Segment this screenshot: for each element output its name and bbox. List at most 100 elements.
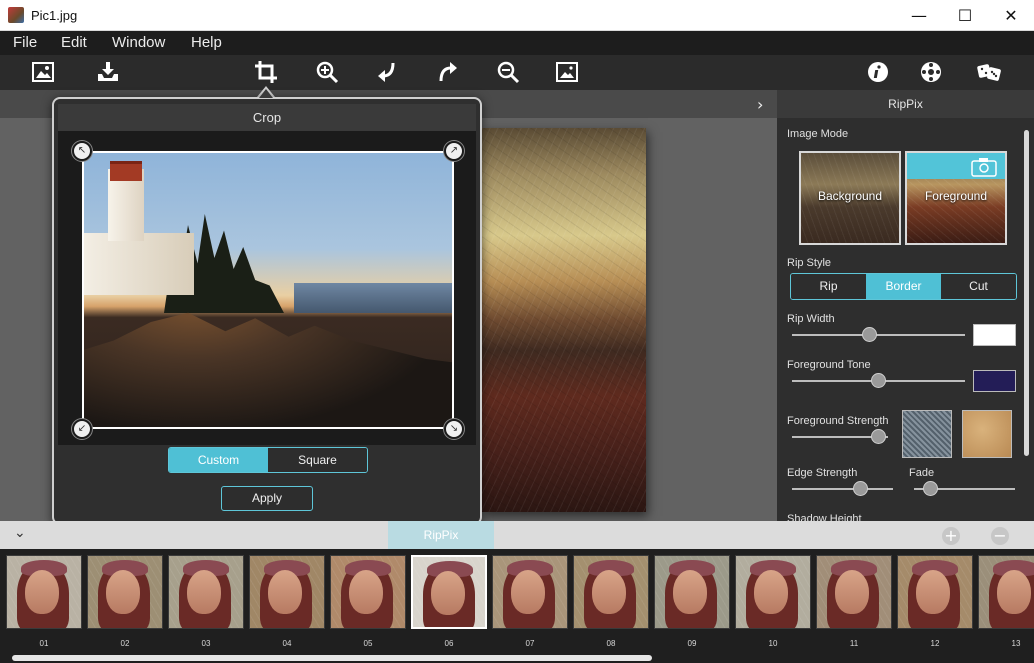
zoom-out-button[interactable] xyxy=(494,59,522,85)
filmstrip-item[interactable]: 04 xyxy=(249,555,325,648)
filmstrip-item-number: 10 xyxy=(768,639,778,648)
rip-width-color-swatch[interactable] xyxy=(973,324,1016,346)
filmstrip-item[interactable]: 05 xyxy=(330,555,406,648)
edge-strength-slider-knob[interactable] xyxy=(853,481,869,496)
fit-image-icon xyxy=(556,62,578,82)
crop-handle-bottom-right-icon[interactable]: ↘ xyxy=(444,419,464,439)
settings-button[interactable] xyxy=(917,59,945,85)
filmstrip-thumbnail xyxy=(87,555,163,629)
random-button[interactable] xyxy=(975,59,1003,85)
menu-help[interactable]: Help xyxy=(191,34,222,51)
filmstrip-thumbnail xyxy=(6,555,82,629)
fade-label: Fade xyxy=(909,467,935,479)
thumbnail-portrait-face xyxy=(916,570,950,614)
filmstrip-item[interactable]: 10 xyxy=(735,555,811,648)
fit-image-button[interactable] xyxy=(553,59,581,85)
window-title: Pic1.jpg xyxy=(31,8,78,23)
foreground-strength-label: Foreground Strength xyxy=(787,415,889,427)
filmstrip-item[interactable]: 11 xyxy=(816,555,892,648)
filmstrip-item[interactable]: 08 xyxy=(573,555,649,648)
filmstrip-item[interactable]: 01 xyxy=(6,555,82,648)
filmstrip-item[interactable]: 03 xyxy=(168,555,244,648)
remove-preset-button[interactable]: − xyxy=(991,527,1009,545)
filmstrip-scrollbar[interactable] xyxy=(12,655,652,661)
crop-popup-pointer-inner xyxy=(259,89,273,98)
foreground-strength-slider-knob[interactable] xyxy=(870,429,886,444)
zoom-out-icon xyxy=(497,61,520,84)
crop-handle-top-left-icon[interactable]: ↖ xyxy=(72,141,92,161)
image-mode-foreground[interactable]: Foreground xyxy=(905,151,1007,245)
image-mode-background[interactable]: Background xyxy=(799,151,901,245)
rotate-right-button[interactable] xyxy=(434,59,462,85)
ripped-image-preview xyxy=(482,128,646,512)
rip-style-rip[interactable]: Rip xyxy=(791,274,866,299)
filmstrip-item[interactable]: 06 xyxy=(411,555,487,648)
thumbnail-portrait-face xyxy=(268,570,302,614)
filmstrip-thumbnail xyxy=(330,555,406,629)
info-icon xyxy=(868,62,888,82)
app-window: Pic1.jpg — ☐ ✕ File Edit Window Help › C… xyxy=(0,0,1034,663)
panel-title: RipPix xyxy=(777,90,1034,118)
rip-width-slider-knob[interactable] xyxy=(862,327,878,342)
menu-edit[interactable]: Edit xyxy=(61,34,87,51)
add-preset-button[interactable]: + xyxy=(942,527,960,545)
filmstrip-item-number: 01 xyxy=(39,639,49,648)
crop-apply-button[interactable]: Apply xyxy=(221,486,313,511)
panel-scrollbar[interactable] xyxy=(1024,130,1029,456)
edge-strength-slider-track[interactable] xyxy=(792,488,893,490)
crop-handle-bottom-left-icon[interactable]: ↙ xyxy=(72,419,92,439)
filmstrip-item[interactable]: 09 xyxy=(654,555,730,648)
ripPix-tab[interactable]: RipPix xyxy=(388,521,494,549)
photo-lighthouse-base xyxy=(84,233,194,295)
foreground-tone-slider-knob[interactable] xyxy=(871,373,886,388)
crop-button[interactable] xyxy=(252,59,280,85)
filmstrip-item[interactable]: 13 xyxy=(978,555,1034,648)
filmstrip-item-number: 06 xyxy=(444,639,454,648)
filmstrip-item-number: 02 xyxy=(120,639,130,648)
crop-popup: Crop ↖ ↗ ↙ ↘ Custom Square Apply xyxy=(52,97,482,525)
filmstrip-thumbnail xyxy=(735,555,811,629)
filmstrip-item[interactable]: 07 xyxy=(492,555,568,648)
thumbnail-portrait-face xyxy=(349,570,383,614)
info-button[interactable] xyxy=(864,59,892,85)
filmstrip-item-number: 12 xyxy=(930,639,940,648)
filmstrip-thumbnail xyxy=(168,555,244,629)
crop-source-photo[interactable] xyxy=(82,151,454,429)
filmstrip-item-number: 08 xyxy=(606,639,616,648)
texture-lace-thumb[interactable] xyxy=(902,410,952,458)
crop-title: Crop xyxy=(58,104,476,131)
filmstrip-item[interactable]: 02 xyxy=(87,555,163,648)
rotate-left-button[interactable] xyxy=(373,59,401,85)
open-image-icon xyxy=(32,62,54,82)
zoom-in-button[interactable] xyxy=(313,59,341,85)
filmstrip-item-number: 07 xyxy=(525,639,535,648)
rip-style-cut[interactable]: Cut xyxy=(941,274,1016,299)
filmstrip-thumbnail xyxy=(249,555,325,629)
image-mode-foreground-label: Foreground xyxy=(924,189,988,203)
filmstrip-thumbnail xyxy=(978,555,1034,629)
texture-paper-thumb[interactable] xyxy=(962,410,1012,458)
rip-width-slider-track[interactable] xyxy=(792,334,965,336)
filmstrip-item[interactable]: 12 xyxy=(897,555,973,648)
minimize-button[interactable]: — xyxy=(896,0,942,31)
app-icon xyxy=(8,7,24,23)
crop-icon xyxy=(255,61,277,83)
menu-file[interactable]: File xyxy=(13,34,37,51)
crop-square-button[interactable]: Square xyxy=(268,448,367,472)
foreground-tone-color-swatch[interactable] xyxy=(973,370,1016,392)
close-button[interactable]: ✕ xyxy=(988,0,1034,31)
photo-lighthouse-lamp xyxy=(110,161,142,181)
thumbnail-portrait-face xyxy=(511,570,545,614)
crop-custom-button[interactable]: Custom xyxy=(169,448,268,472)
open-image-button[interactable] xyxy=(29,59,57,85)
rip-style-border[interactable]: Border xyxy=(866,274,941,299)
menu-bar: File Edit Window Help xyxy=(0,31,1034,55)
fade-slider-knob[interactable] xyxy=(922,481,938,496)
thumbnail-portrait-face xyxy=(187,570,221,614)
crop-handle-top-right-icon[interactable]: ↗ xyxy=(444,141,464,161)
collapse-filmstrip-chevron-icon[interactable]: ⌄ xyxy=(14,525,26,541)
save-button[interactable] xyxy=(94,59,122,85)
expand-panel-chevron-icon[interactable]: › xyxy=(757,95,763,114)
menu-window[interactable]: Window xyxy=(112,34,165,51)
maximize-button[interactable]: ☐ xyxy=(942,0,988,31)
